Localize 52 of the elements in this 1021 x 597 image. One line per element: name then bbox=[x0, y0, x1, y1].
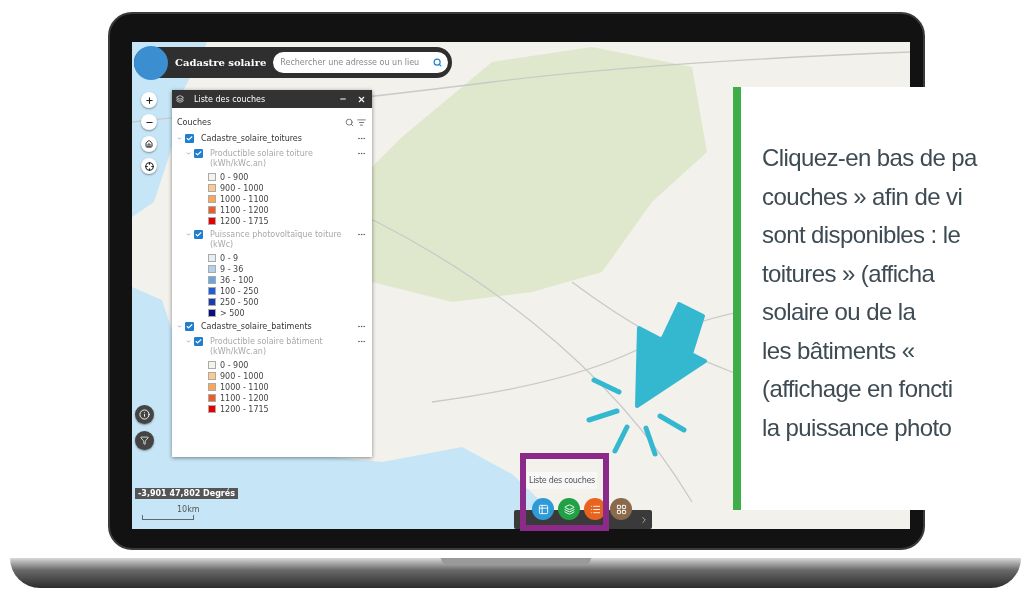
grid-icon bbox=[615, 503, 627, 515]
search-icon[interactable] bbox=[345, 117, 354, 127]
legend-label: 1000 - 1100 bbox=[220, 194, 269, 204]
legend-label: 100 - 250 bbox=[220, 286, 259, 296]
legend-label: 0 - 9 bbox=[220, 253, 239, 263]
scale-bar bbox=[142, 515, 194, 520]
layer-checkbox[interactable] bbox=[194, 149, 203, 158]
layer-name: Puissance photovoltaïque toiture (kWc) bbox=[209, 230, 343, 250]
scale-label: 10km bbox=[177, 505, 200, 514]
layer-checkbox[interactable] bbox=[194, 230, 203, 239]
layer-checkbox[interactable] bbox=[185, 322, 194, 331]
layer-checkbox[interactable] bbox=[185, 134, 194, 143]
app-title: Cadastre solaire bbox=[175, 57, 267, 68]
filter-icon bbox=[140, 436, 149, 445]
legend-label: 36 - 100 bbox=[220, 275, 254, 285]
minimize-icon[interactable] bbox=[339, 95, 347, 103]
layers-icon bbox=[176, 95, 184, 103]
home-icon bbox=[145, 140, 153, 148]
crosshair-icon bbox=[144, 161, 154, 171]
legend-label: 1200 - 1715 bbox=[220, 404, 269, 414]
tooltip: Liste des couches bbox=[527, 472, 597, 489]
more-options-icon[interactable] bbox=[357, 230, 366, 239]
list-icon bbox=[589, 503, 601, 515]
panel-title: Liste des couches bbox=[194, 94, 267, 104]
plus-icon bbox=[144, 95, 154, 105]
layer-name: Cadastre_solaire_batiments bbox=[200, 322, 313, 332]
legend-label: 1100 - 1200 bbox=[220, 393, 269, 403]
info-icon bbox=[139, 409, 150, 420]
legend-label: 900 - 1000 bbox=[220, 183, 264, 193]
legend-label: 1000 - 1100 bbox=[220, 382, 269, 392]
layers-icon bbox=[563, 503, 575, 515]
search-field[interactable]: Rechercher une adresse ou un lieu bbox=[273, 52, 448, 73]
legend-label: 0 - 900 bbox=[220, 172, 249, 182]
filter-list-icon[interactable] bbox=[357, 117, 366, 127]
layer-name: Productible solaire toiture (kWh/kWc.an) bbox=[209, 149, 314, 169]
section-label: Couches bbox=[177, 117, 213, 127]
legend-label: 0 - 900 bbox=[220, 360, 249, 370]
legend-label: 900 - 1000 bbox=[220, 371, 264, 381]
legend-label: 250 - 500 bbox=[220, 297, 259, 307]
legend-label: 1200 - 1715 bbox=[220, 216, 269, 226]
legend-label: 9 - 36 bbox=[220, 264, 244, 274]
coordinates-readout: -3,901 47,802 Degrés bbox=[135, 488, 238, 499]
search-icon[interactable] bbox=[433, 58, 442, 67]
table-icon bbox=[537, 503, 549, 515]
chevron-right-icon[interactable] bbox=[639, 514, 649, 525]
legend-label: 1100 - 1200 bbox=[220, 205, 269, 215]
legend-label: > 500 bbox=[220, 308, 245, 318]
layer-name: Productible solaire bâtiment (kWh/kWc.an) bbox=[209, 337, 324, 357]
layer-name: Cadastre_solaire_toitures bbox=[200, 134, 303, 144]
close-icon[interactable] bbox=[357, 94, 366, 104]
layer-checkbox[interactable] bbox=[194, 337, 203, 346]
callout-text: Cliquez-en bas de pa couches » afin de vi sont disponibles : le toitures » (afficha solaire ou de la les bâtiments « (affichage en foncti la puissance photo bbox=[762, 143, 979, 443]
